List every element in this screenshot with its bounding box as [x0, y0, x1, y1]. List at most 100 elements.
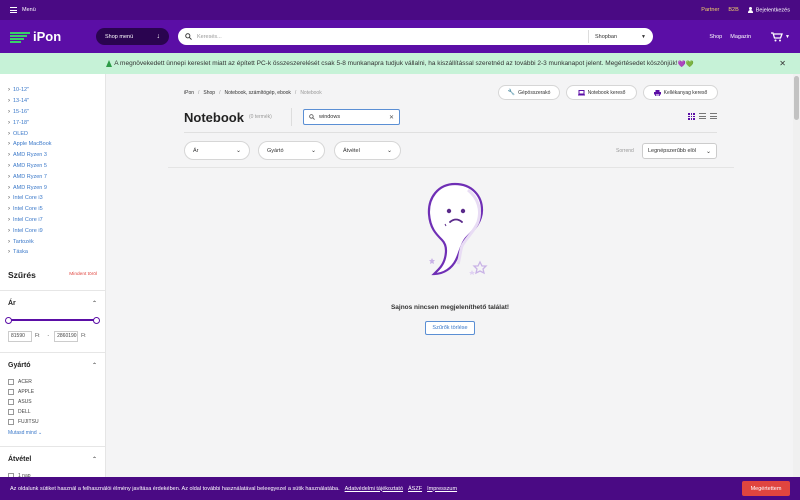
sort-value: Legnépszerűbb elöl [648, 148, 697, 154]
category-label: AMD Ryzen 5 [13, 162, 47, 169]
printer-icon [653, 89, 661, 96]
search-scope-select[interactable]: Shopban ▼ [588, 30, 646, 43]
brand-filter-header[interactable]: Gyártó ⌃ [0, 362, 105, 369]
category-link[interactable]: › Intel Core i7 [8, 215, 97, 226]
chevron-right-icon: › [8, 119, 10, 126]
delivery-filter-dropdown[interactable]: Átvétel ⌄ [334, 141, 401, 160]
checkbox-label: APPLE [18, 388, 35, 395]
search-input[interactable]: Keresés... [197, 34, 588, 40]
price-filter-header[interactable]: Ár ⌃ [0, 300, 105, 307]
price-max-input[interactable]: 2860190 [54, 330, 79, 342]
category-label: Intel Core i3 [13, 195, 43, 202]
grid-view-icon[interactable] [688, 113, 695, 120]
terms-link[interactable]: ÁSZF [408, 486, 422, 492]
privacy-policy-link[interactable]: Adatvédelmi tájékoztató [345, 486, 403, 492]
menu-button[interactable]: Menü [10, 7, 36, 13]
delivery-filter-header[interactable]: Átvétel ⌃ [0, 456, 105, 463]
breadcrumb-current: Notebook [300, 90, 322, 96]
category-link[interactable]: › 10-12" [8, 85, 97, 96]
page-title: Notebook [184, 110, 244, 125]
caret-down-icon: ▼ [641, 33, 646, 40]
page-scrollbar[interactable] [793, 74, 800, 500]
currency-label: Ft [81, 333, 86, 340]
caret-down-icon: ▼ [785, 33, 790, 40]
category-label: 15-16" [13, 108, 30, 115]
search-scope-label: Shopban [595, 33, 618, 40]
category-link[interactable]: › 17-18" [8, 117, 97, 128]
sad-ghost-illustration [427, 182, 488, 276]
clear-search-icon[interactable]: ✕ [389, 114, 394, 121]
price-filter-dropdown[interactable]: Ár ⌄ [184, 141, 250, 160]
filter-checkbox[interactable]: DELL [0, 407, 105, 417]
breadcrumb-item[interactable]: Notebook, számítógép, ebook [224, 90, 290, 96]
sort-select[interactable]: Legnépszerűbb elöl ⌄ [642, 143, 717, 159]
category-link[interactable]: › Tartozék [8, 236, 97, 247]
breadcrumb-item[interactable]: Shop [203, 90, 215, 96]
filter-checkbox[interactable]: ASUS [0, 397, 105, 407]
search-bar: Keresés... Shopban ▼ [178, 28, 653, 45]
login-link[interactable]: Bejelentkezés [747, 6, 790, 13]
checkbox[interactable] [8, 388, 14, 395]
category-link[interactable]: › Táska [8, 247, 97, 258]
filter-checkbox[interactable]: FUJITSU [0, 417, 105, 427]
tree-icon [106, 60, 113, 67]
supplies-finder-button[interactable]: Kellékanyag kereső [643, 85, 718, 100]
show-all-label: Mutasd mind [8, 429, 37, 436]
category-label: Táska [13, 249, 28, 256]
breadcrumb: iPon / Shop / Notebook, számítógép, ebook /… [184, 90, 322, 96]
nav-magazin-link[interactable]: Magazin [730, 34, 751, 40]
scrollbar-thumb[interactable] [794, 76, 799, 120]
chevron-up-icon: ⌃ [91, 456, 97, 463]
brand-filter-dropdown[interactable]: Gyártó ⌄ [258, 141, 325, 160]
clear-all-filters-link[interactable]: Mindent töröl [69, 272, 97, 277]
chevron-right-icon: › [8, 216, 10, 223]
category-link[interactable]: › Apple MacBook [8, 139, 97, 150]
checkbox[interactable] [8, 378, 14, 385]
filter-checkbox[interactable]: APPLE [0, 387, 105, 397]
b2b-link[interactable]: B2B [728, 7, 738, 13]
slider-max-handle[interactable] [93, 316, 100, 324]
category-link[interactable]: › AMD Ryzen 9 [8, 182, 97, 193]
partner-link[interactable]: Partner [701, 7, 719, 13]
reset-filters-button[interactable]: Szűrők törlése [425, 321, 475, 335]
category-link[interactable]: › Intel Core i5 [8, 204, 97, 215]
logo[interactable]: iPon [10, 29, 96, 44]
category-link[interactable]: › 15-16" [8, 107, 97, 118]
show-all-brands-link[interactable]: Mutasd mind ⌄ [0, 430, 105, 436]
category-link[interactable]: › AMD Ryzen 7 [8, 171, 97, 182]
price-min-input[interactable]: 81590 [8, 330, 32, 342]
logo-text: iPon [33, 29, 62, 44]
category-link[interactable]: › Intel Core i3 [8, 193, 97, 204]
checkbox-label: DELL [18, 408, 31, 415]
category-label: 10-12" [13, 87, 30, 94]
notebook-finder-button[interactable]: Notebook kereső [566, 85, 637, 100]
nav-shop-link[interactable]: Shop [709, 34, 722, 40]
category-link[interactable]: › AMD Ryzen 3 [8, 150, 97, 161]
search-filter-input[interactable]: windows ✕ [303, 109, 400, 125]
filter-checkbox[interactable]: ACER [0, 377, 105, 387]
accept-cookies-button[interactable]: Megértettem [742, 481, 790, 496]
pc-builder-button[interactable]: 🔧 Gépösszerakó [498, 85, 560, 100]
chevron-right-icon: › [8, 108, 10, 115]
search-filter-value: windows [319, 114, 341, 120]
shop-menu-button[interactable]: Shop menü ↓ [96, 28, 169, 45]
checkbox[interactable] [8, 408, 14, 415]
checkbox[interactable] [8, 398, 14, 405]
list-view-icon[interactable] [699, 113, 706, 120]
close-icon[interactable]: ✕ [779, 59, 786, 68]
breadcrumb-item[interactable]: iPon [184, 90, 194, 96]
menu-label: Menü [22, 7, 36, 13]
category-link[interactable]: › Intel Core i9 [8, 225, 97, 236]
checkbox[interactable] [8, 418, 14, 425]
chevron-up-icon: ⌃ [91, 362, 97, 369]
imprint-link[interactable]: Impresszum [427, 486, 457, 492]
slider-min-handle[interactable] [5, 316, 12, 324]
user-icon [747, 6, 753, 13]
category-link[interactable]: › OLED [8, 128, 97, 139]
category-link[interactable]: › AMD Ryzen 5 [8, 161, 97, 172]
price-filter-title: Ár [8, 299, 16, 307]
category-link[interactable]: › 13-14" [8, 96, 97, 107]
chevron-down-icon: ⌄ [705, 148, 711, 155]
compact-list-view-icon[interactable] [710, 113, 717, 120]
cart-button[interactable]: ▼ [771, 31, 790, 42]
